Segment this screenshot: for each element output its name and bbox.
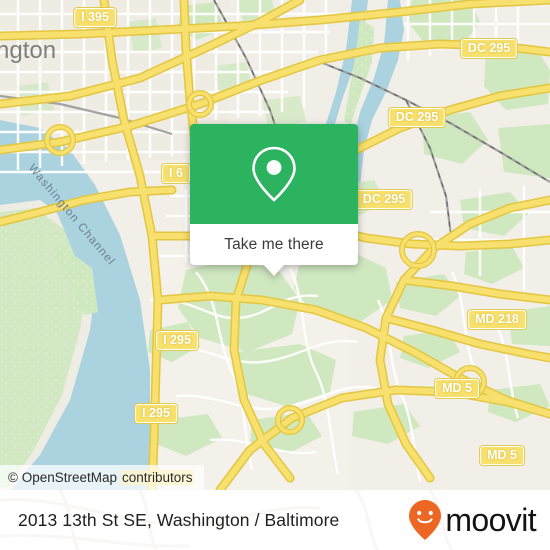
highway-shield: I 6 <box>162 164 190 183</box>
highway-shield-label: MD 218 <box>475 312 519 326</box>
highway-shield-label: I 295 <box>163 333 191 347</box>
highway-shield: I 295 <box>135 404 177 423</box>
attribution-contributors-link[interactable]: contributors <box>121 470 194 485</box>
highway-shield: DC 295 <box>355 190 413 209</box>
highway-shield-label: I 6 <box>169 166 183 180</box>
map-pin-icon <box>252 146 296 202</box>
highway-shield: MD 5 <box>480 446 524 465</box>
take-me-there-label: Take me there <box>224 235 324 253</box>
highway-shield: DC 295 <box>388 108 446 127</box>
highway-shield-label: I 295 <box>142 406 170 420</box>
moovit-pin-smiley-icon <box>409 500 442 540</box>
highway-shield-label: DC 295 <box>395 110 439 124</box>
highway-shield: MD 5 <box>435 379 479 398</box>
highway-shield-label: DC 295 <box>467 41 511 55</box>
highway-shield: MD 218 <box>468 310 526 329</box>
highway-shield: I 295 <box>156 331 198 350</box>
location-popup-card[interactable]: Take me there <box>190 124 358 276</box>
highway-shield-label: I 395 <box>81 10 109 24</box>
attribution-copyright: © OpenStreetMap <box>8 470 118 485</box>
moovit-wordmark: moovit <box>445 502 536 538</box>
take-me-there-button[interactable]: Take me there <box>190 224 358 265</box>
moovit-logo[interactable]: moovit <box>406 498 537 542</box>
footer-bar: 2013 13th St SE, Washington / Baltimore … <box>0 490 550 550</box>
osm-attribution[interactable]: © OpenStreetMap contributors <box>0 465 204 490</box>
svg-text:ngton: ngton <box>0 37 56 64</box>
popup-icon-panel <box>190 124 358 224</box>
highway-shield: I 395 <box>74 8 116 27</box>
popup-tail <box>263 264 285 276</box>
highway-shield-label: MD 5 <box>487 448 517 462</box>
highway-shield: DC 295 <box>460 39 518 58</box>
place-title: 2013 13th St SE, Washington / Baltimore <box>18 509 340 530</box>
highway-shield-label: MD 5 <box>442 381 472 395</box>
map-screenshot: ngton Washington Channel I 395 DC 295 DC 2… <box>0 0 550 550</box>
highway-shield-label: DC 295 <box>362 192 406 206</box>
